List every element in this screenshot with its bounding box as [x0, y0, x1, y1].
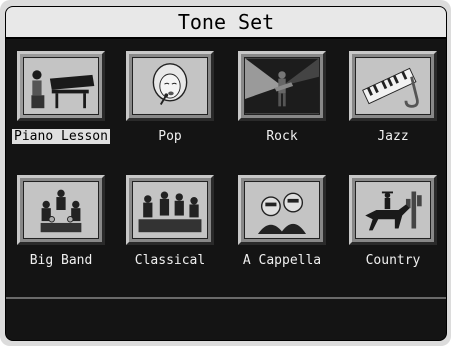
device-screen: Tone Set Piano Lesson Pop Rock Jazz Big … [0, 0, 451, 346]
country-horse-rider-icon [355, 181, 431, 239]
big-band-thumbnail[interactable] [17, 175, 105, 245]
title-bar: Tone Set [6, 7, 446, 39]
tone-label: Classical [134, 253, 206, 268]
tone-tile-piano-lesson[interactable]: Piano Lesson [11, 51, 111, 145]
tone-grid: Piano Lesson Pop Rock Jazz Big Band Clas… [6, 51, 446, 291]
tone-set-panel: Tone Set Piano Lesson Pop Rock Jazz Big … [5, 6, 447, 341]
jazz-thumbnail[interactable] [349, 51, 437, 121]
tone-tile-big-band[interactable]: Big Band [11, 175, 111, 269]
tone-tile-jazz[interactable]: Jazz [343, 51, 443, 145]
tone-tile-a-cappella[interactable]: A Cappella [232, 175, 332, 269]
tone-label: Jazz [377, 129, 409, 144]
pop-thumbnail[interactable] [126, 51, 214, 121]
tone-label: Country [365, 253, 421, 268]
big-band-icon [23, 181, 99, 239]
a-cappella-thumbnail[interactable] [238, 175, 326, 245]
page-title: Tone Set [177, 10, 275, 34]
piano-lesson-thumbnail[interactable] [17, 51, 105, 121]
piano-lesson-icon [23, 57, 99, 115]
classical-thumbnail[interactable] [126, 175, 214, 245]
tone-label: A Cappella [242, 253, 322, 268]
tone-tile-rock[interactable]: Rock [232, 51, 332, 145]
bottom-status-bar [6, 297, 446, 340]
tone-tile-country[interactable]: Country [343, 175, 443, 269]
tone-label: Big Band [29, 253, 93, 268]
tone-label: Rock [266, 129, 298, 144]
tone-tile-classical[interactable]: Classical [120, 175, 220, 269]
classical-orchestra-icon [132, 181, 208, 239]
tone-tile-pop[interactable]: Pop [120, 51, 220, 145]
rock-guitarist-icon [244, 57, 320, 115]
pop-singer-icon [132, 57, 208, 115]
rock-thumbnail[interactable] [238, 51, 326, 121]
tone-label: Piano Lesson [12, 129, 110, 144]
tone-label: Pop [158, 129, 182, 144]
jazz-keyboard-sax-icon [355, 57, 431, 115]
country-thumbnail[interactable] [349, 175, 437, 245]
a-cappella-singers-icon [244, 181, 320, 239]
